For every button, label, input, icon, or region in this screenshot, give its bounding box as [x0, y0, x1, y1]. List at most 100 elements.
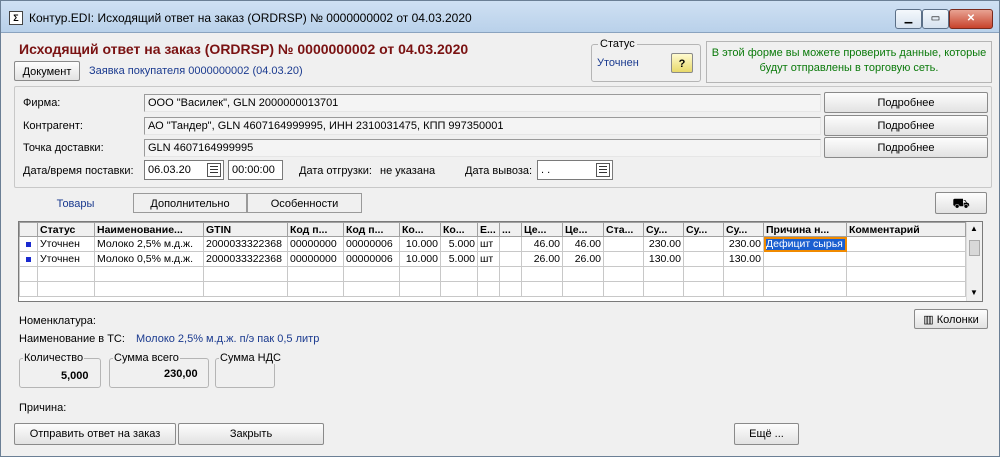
source-order-link[interactable]: Заявка покупателя 0000000002 (04.03.20) [89, 65, 303, 77]
sum-label: Сумма всего [113, 352, 180, 364]
status-legend: Статус [598, 38, 637, 50]
table-cell[interactable]: 46.00 [562, 236, 604, 252]
close-form-button[interactable]: Закрыть [178, 423, 324, 445]
table-cell[interactable]: 5.000 [440, 251, 478, 267]
firm-details-button[interactable]: Подробнее [824, 92, 988, 113]
table-cell[interactable]: 130.00 [723, 251, 764, 267]
ts-name-label: Наименование в ТС: [19, 333, 125, 345]
table-cell[interactable]: 130.00 [643, 251, 684, 267]
column-header[interactable]: Ста... [603, 222, 644, 237]
delivery-time-input[interactable]: 00:00:00 [228, 160, 283, 180]
table-cell[interactable] [499, 251, 522, 267]
table-cell[interactable]: 00000000 [287, 236, 344, 252]
reason-cell-selected[interactable]: Дефицит сырья [763, 236, 847, 252]
delivery-truck-button[interactable]: ⛟ [935, 192, 987, 214]
status-value: Уточнен [597, 57, 639, 69]
columns-button[interactable]: ▥ Колонки [914, 309, 988, 329]
column-header[interactable]: Комментарий [846, 222, 966, 237]
table-cell[interactable]: 5.000 [440, 236, 478, 252]
pickup-date-label: Дата вывоза: [465, 165, 533, 177]
document-title: Исходящий ответ на заказ (ORDRSP) № 0000… [19, 41, 469, 57]
more-actions-button[interactable]: Ещё ... [734, 423, 799, 445]
goods-table[interactable]: Статус Наименование... GTIN Код п... Код… [18, 221, 983, 302]
column-header[interactable]: Су... [683, 222, 724, 237]
column-header[interactable]: Ко... [440, 222, 478, 237]
calendar-icon[interactable] [207, 163, 221, 177]
calendar-icon[interactable] [596, 163, 610, 177]
table-cell[interactable]: 26.00 [521, 251, 563, 267]
row-marker [19, 251, 38, 267]
column-header[interactable]: Су... [643, 222, 684, 237]
counterparty-label: Контрагент: [23, 120, 83, 132]
scroll-thumb[interactable] [969, 240, 980, 256]
table-cell[interactable]: 26.00 [562, 251, 604, 267]
delivery-point-details-button[interactable]: Подробнее [824, 137, 988, 158]
column-header[interactable]: Код п... [343, 222, 400, 237]
table-cell[interactable] [499, 236, 522, 252]
minimize-button[interactable]: ▁ [895, 9, 922, 29]
window-title: Контур.EDI: Исходящий ответ на заказ (OR… [29, 11, 472, 25]
table-cell[interactable]: 10.000 [399, 251, 441, 267]
table-cell[interactable]: 00000006 [343, 236, 400, 252]
close-button[interactable]: ✕ [949, 9, 993, 29]
table-cell[interactable]: Уточнен [37, 236, 95, 252]
table-cell[interactable]: 00000006 [343, 251, 400, 267]
table-cell[interactable]: шт [477, 236, 500, 252]
table-cell[interactable] [763, 251, 847, 267]
ship-date-value: не указана [380, 165, 436, 177]
table-cell[interactable] [603, 236, 644, 252]
sum-value: 230,00 [164, 368, 198, 380]
document-button[interactable]: Документ [14, 61, 80, 81]
counterparty-field[interactable]: АО "Тандер", GLN 4607164999995, ИНН 2310… [144, 117, 821, 135]
table-cell[interactable]: 2000033322368 [203, 236, 288, 252]
table-header-row: Статус Наименование... GTIN Код п... Код… [19, 222, 966, 237]
scroll-up-icon[interactable]: ▲ [970, 224, 978, 233]
send-response-button[interactable]: Отправить ответ на заказ [14, 423, 176, 445]
column-header[interactable]: Наименование... [94, 222, 204, 237]
column-header[interactable]: Причина н... [763, 222, 847, 237]
table-cell[interactable] [683, 236, 724, 252]
tab-additional[interactable]: Дополнительно [133, 193, 247, 213]
table-cell[interactable] [846, 251, 966, 267]
column-header[interactable]: Е... [477, 222, 500, 237]
table-cell[interactable]: Уточнен [37, 251, 95, 267]
column-header[interactable]: Це... [562, 222, 604, 237]
firm-field[interactable]: ООО "Василек", GLN 2000000013701 [144, 94, 821, 112]
table-row[interactable]: Уточнен Молоко 2,5% м.д.ж. 2000033322368… [19, 236, 966, 252]
maximize-button[interactable]: ▭ [922, 9, 949, 29]
column-header[interactable]: Ко... [399, 222, 441, 237]
table-cell[interactable] [846, 236, 966, 252]
table-vertical-scrollbar[interactable]: ▲ ▼ [966, 222, 982, 301]
row-bullet-icon [26, 257, 31, 262]
tab-features[interactable]: Особенности [247, 193, 362, 213]
column-header[interactable]: ... [499, 222, 522, 237]
table-cell[interactable]: 230.00 [643, 236, 684, 252]
pickup-date-value: . . [541, 164, 551, 176]
tab-goods[interactable]: Товары [18, 193, 133, 213]
table-cell[interactable]: 10.000 [399, 236, 441, 252]
scroll-down-icon[interactable]: ▼ [970, 288, 978, 297]
column-header[interactable]: Це... [521, 222, 563, 237]
title-bar[interactable]: Σ Контур.EDI: Исходящий ответ на заказ (… [1, 1, 999, 33]
column-header[interactable]: Статус [37, 222, 95, 237]
counterparty-details-button[interactable]: Подробнее [824, 115, 988, 136]
table-cell[interactable]: 230.00 [723, 236, 764, 252]
column-header[interactable]: GTIN [203, 222, 288, 237]
column-header[interactable]: Су... [723, 222, 764, 237]
pickup-date-input[interactable]: . . [537, 160, 613, 180]
delivery-date-input[interactable]: 06.03.20 [144, 160, 224, 180]
table-cell[interactable]: 2000033322368 [203, 251, 288, 267]
window: Σ Контур.EDI: Исходящий ответ на заказ (… [0, 0, 1000, 457]
table-cell[interactable] [603, 251, 644, 267]
status-help-button[interactable]: ? [671, 53, 693, 73]
table-cell[interactable]: 46.00 [521, 236, 563, 252]
table-cell[interactable]: Молоко 2,5% м.д.ж. [94, 236, 204, 252]
table-row[interactable]: Уточнен Молоко 0,5% м.д.ж. 2000033322368… [19, 251, 966, 267]
table-cell[interactable]: Молоко 0,5% м.д.ж. [94, 251, 204, 267]
ship-date-label: Дата отгрузки: [299, 165, 372, 177]
table-cell[interactable]: шт [477, 251, 500, 267]
table-cell[interactable]: 00000000 [287, 251, 344, 267]
delivery-point-field[interactable]: GLN 4607164999995 [144, 139, 821, 157]
table-cell[interactable] [683, 251, 724, 267]
column-header[interactable]: Код п... [287, 222, 344, 237]
